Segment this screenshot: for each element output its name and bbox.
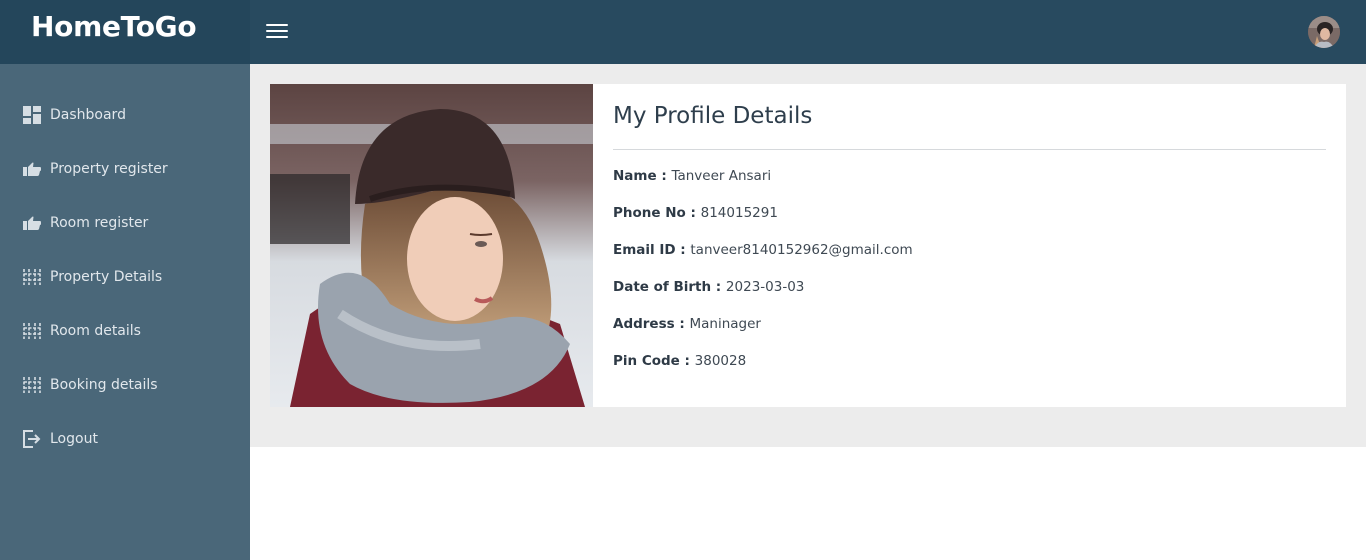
top-navbar: HomeToGo (0, 0, 1366, 64)
field-value: Maninager (689, 316, 761, 332)
hamburger-icon[interactable] (266, 24, 288, 40)
field-label: Date of Birth : (613, 279, 726, 295)
sidebar-item-property-details[interactable]: Property Details (0, 257, 250, 297)
sidebar-item-room-details[interactable]: Room details (0, 311, 250, 351)
logout-icon (22, 429, 42, 449)
sidebar-item-logout[interactable]: Logout (0, 419, 250, 459)
sidebar-item-property-register[interactable]: Property register (0, 149, 250, 189)
sidebar-item-label: Booking details (50, 377, 158, 393)
sidebar-item-label: Property Details (50, 269, 163, 285)
sidebar-item-label: Room details (50, 323, 141, 339)
sidebar-item-label: Dashboard (50, 107, 126, 123)
field-value: 380028 (694, 353, 747, 369)
thumbs-up-icon (22, 159, 42, 179)
field-label: Pin Code : (613, 353, 695, 369)
profile-row-email: Email ID : tanveer8140152962@gmail.com (613, 242, 913, 258)
divider (613, 149, 1326, 150)
sidebar-item-label: Property register (50, 161, 168, 177)
sidebar: Dashboard Property register Room registe… (0, 64, 250, 560)
brand-logo[interactable]: HomeToGo (0, 0, 250, 64)
page-title: My Profile Details (613, 103, 813, 129)
field-value: 2023-03-03 (725, 279, 805, 295)
sidebar-item-label: Room register (50, 215, 149, 231)
field-label: Email ID : (613, 242, 691, 258)
field-label: Name : (613, 168, 672, 184)
profile-row-dob: Date of Birth : 2023-03-03 (613, 279, 804, 295)
sidebar-item-room-register[interactable]: Room register (0, 203, 250, 243)
user-avatar[interactable] (1308, 16, 1340, 48)
profile-photo (270, 84, 593, 407)
dashboard-icon (22, 105, 42, 125)
grid-icon (22, 321, 42, 341)
sidebar-item-label: Logout (50, 431, 98, 447)
field-value: 814015291 (700, 205, 778, 221)
grid-icon (22, 267, 42, 287)
sidebar-item-booking-details[interactable]: Booking details (0, 365, 250, 405)
profile-row-name: Name : Tanveer Ansari (613, 168, 771, 184)
field-value: tanveer8140152962@gmail.com (690, 242, 913, 258)
grid-icon (22, 375, 42, 395)
field-label: Phone No : (613, 205, 701, 221)
sidebar-item-dashboard[interactable]: Dashboard (0, 95, 250, 135)
profile-card: My Profile Details Name : Tanveer Ansari… (270, 84, 1346, 407)
field-label: Address : (613, 316, 690, 332)
field-value: Tanveer Ansari (671, 168, 772, 184)
thumbs-up-icon (22, 213, 42, 233)
profile-row-phone: Phone No : 814015291 (613, 205, 778, 221)
profile-row-pincode: Pin Code : 380028 (613, 353, 746, 369)
profile-row-address: Address : Maninager (613, 316, 761, 332)
